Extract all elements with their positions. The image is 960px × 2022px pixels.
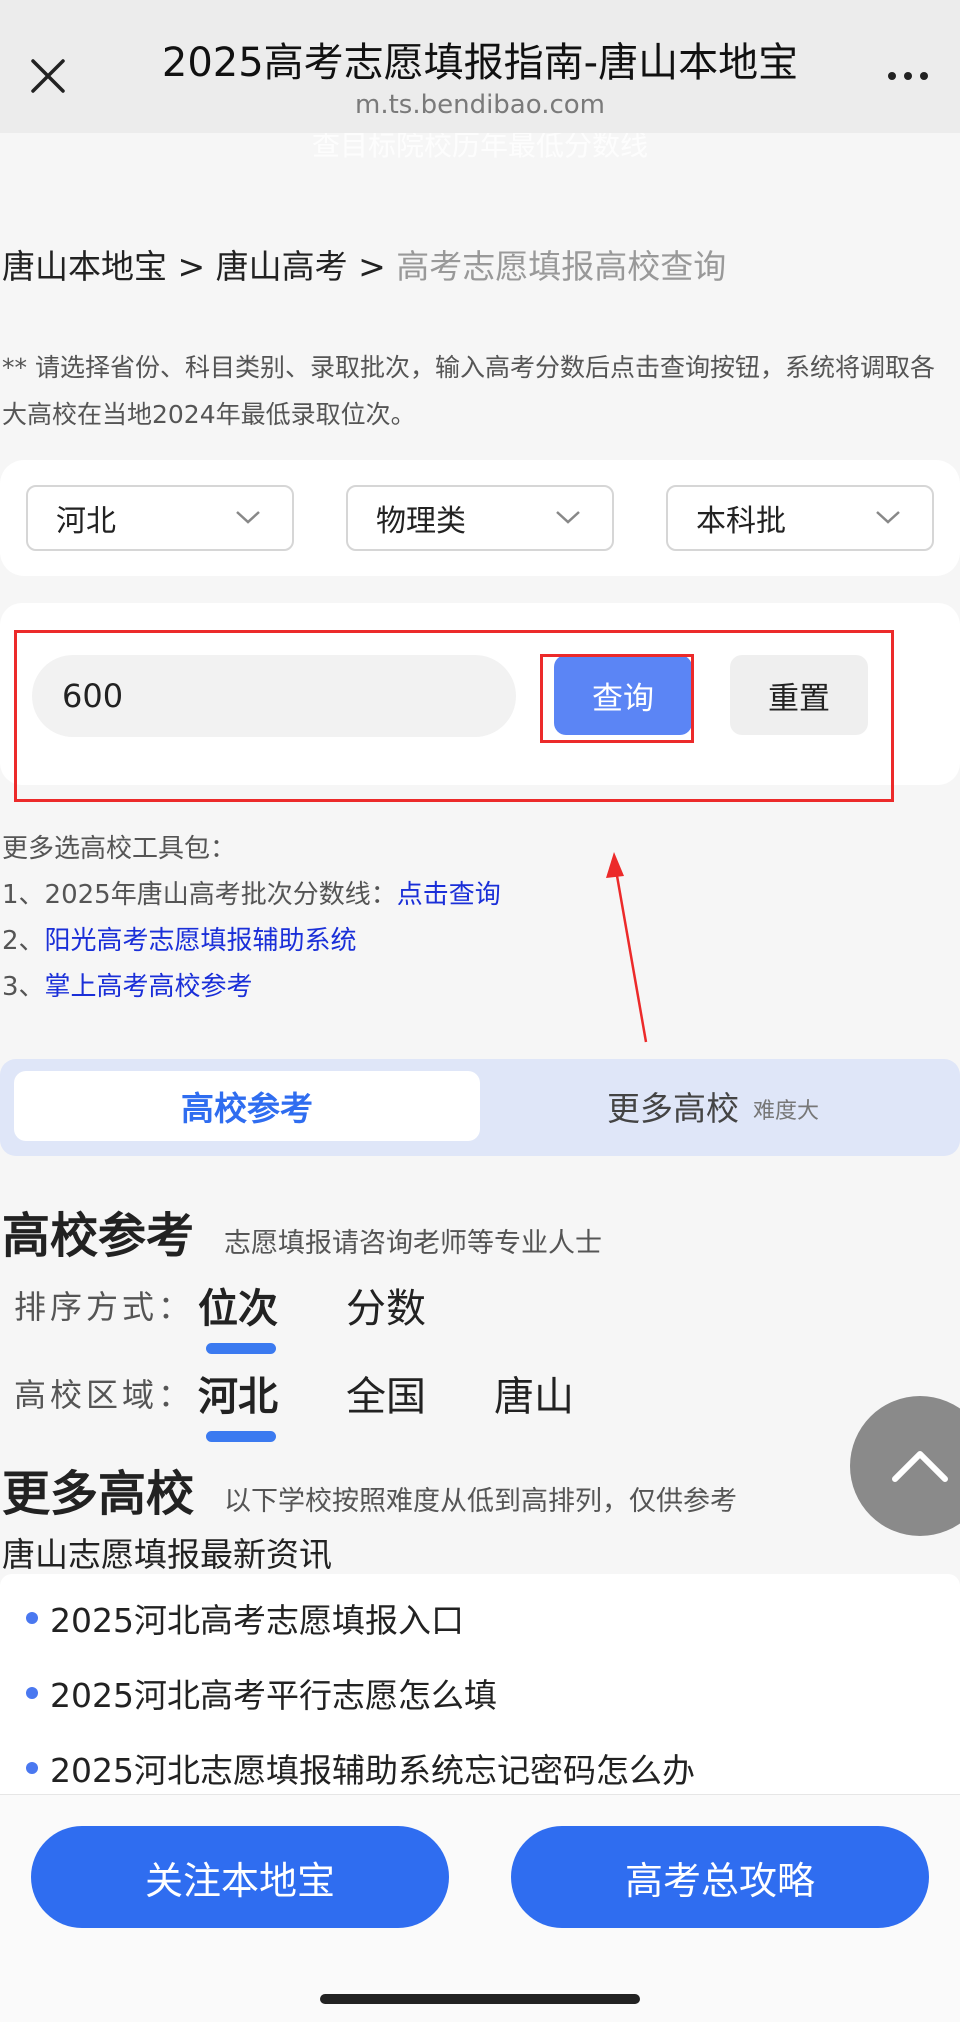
batch-select[interactable]: 本科批 bbox=[666, 485, 934, 551]
more-heading: 更多高校 以下学校按照难度从低到高排列，仅供参考 bbox=[2, 1454, 737, 1524]
list-item: 3、掌上高考高校参考 bbox=[2, 972, 253, 1002]
page-url: m.ts.bendibao.com bbox=[355, 90, 605, 120]
breadcrumb-current: 高考志愿填报高校查询 bbox=[396, 247, 727, 286]
bullet-icon bbox=[26, 1687, 38, 1699]
guide-button[interactable]: 高考总攻略 bbox=[511, 1826, 929, 1928]
bullet-icon bbox=[26, 1612, 38, 1624]
breadcrumb-section[interactable]: 唐山高考 bbox=[216, 247, 348, 286]
home-indicator bbox=[320, 1994, 640, 2004]
score-line-link[interactable]: 点击查询 bbox=[397, 880, 501, 910]
tab-more-schools[interactable]: 更多高校 难度大 bbox=[480, 1071, 946, 1141]
news-title: 唐山志愿填报最新资讯 bbox=[2, 1535, 332, 1574]
sort-row: 排序方式： 位次 分数 bbox=[14, 1276, 494, 1354]
subject-select-value: 物理类 bbox=[376, 504, 466, 539]
instruction-text: ** 请选择省份、科目类别、录取批次，输入高考分数后点击查询按钮，系统将调取各大… bbox=[2, 353, 935, 429]
score-input[interactable] bbox=[32, 655, 516, 737]
sort-option-score[interactable]: 分数 bbox=[346, 1276, 426, 1334]
batch-select-value: 本科批 bbox=[696, 504, 786, 539]
more-title: 更多高校 bbox=[2, 1466, 195, 1522]
chevron-down-icon bbox=[876, 511, 900, 524]
top-nav-bar: 2025高考志愿填报指南-唐山本地宝 m.ts.bendibao.com bbox=[0, 0, 960, 133]
region-option-hebei[interactable]: 河北 bbox=[198, 1364, 278, 1442]
list-item: 2、阳光高考志愿填报辅助系统 bbox=[2, 926, 357, 956]
news-card: 2025河北高考志愿填报入口 2025河北高考平行志愿怎么填 2025河北志愿填… bbox=[0, 1574, 960, 1794]
more-options-button[interactable] bbox=[878, 54, 938, 98]
zhangshang-link[interactable]: 掌上高考高校参考 bbox=[45, 972, 253, 1002]
chevron-down-icon bbox=[236, 511, 260, 524]
region-option-tangshan[interactable]: 唐山 bbox=[494, 1364, 574, 1422]
reference-title: 高校参考 bbox=[2, 1208, 195, 1264]
subject-select[interactable]: 物理类 bbox=[346, 485, 614, 551]
chevron-down-icon bbox=[556, 511, 580, 524]
breadcrumb-separator: > bbox=[358, 247, 397, 286]
tools-heading: 更多选高校工具包： bbox=[2, 834, 237, 864]
filter-card: 河北 物理类 本科批 bbox=[0, 460, 960, 576]
province-select-value: 河北 bbox=[56, 504, 116, 539]
page: 2025高考志愿填报指南-唐山本地宝 m.ts.bendibao.com 查目标… bbox=[0, 0, 960, 2022]
active-underline bbox=[206, 1343, 276, 1354]
list-item: 1、2025年唐山高考批次分数线：点击查询 bbox=[2, 880, 501, 910]
bottom-action-bar: 关注本地宝 高考总攻略 bbox=[0, 1794, 960, 2022]
news-item[interactable]: 2025河北志愿填报辅助系统忘记密码怎么办 bbox=[26, 1744, 695, 1792]
region-option-national[interactable]: 全国 bbox=[346, 1364, 426, 1422]
sunshine-system-link[interactable]: 阳光高考志愿填报辅助系统 bbox=[45, 926, 357, 956]
tab-more-schools-sub: 难度大 bbox=[752, 1099, 819, 1124]
query-button[interactable]: 查询 bbox=[554, 655, 692, 735]
more-subtitle: 以下学校按照难度从低到高排列，仅供参考 bbox=[224, 1486, 738, 1517]
window-title: 2025高考志愿填报指南-唐山本地宝 bbox=[161, 40, 799, 86]
region-row: 高校区域： 河北 全国 唐山 bbox=[14, 1364, 642, 1442]
tab-bar: 高校参考 更多高校 难度大 bbox=[0, 1059, 960, 1156]
breadcrumb: 唐山本地宝 > 唐山高考 > 高考志愿填报高校查询 bbox=[2, 240, 726, 288]
scroll-top-button[interactable] bbox=[850, 1396, 960, 1536]
breadcrumb-separator: > bbox=[177, 247, 216, 286]
reference-heading: 高校参考 志愿填报请咨询老师等专业人士 bbox=[2, 1196, 602, 1266]
breadcrumb-home[interactable]: 唐山本地宝 bbox=[2, 247, 167, 286]
close-button[interactable] bbox=[22, 50, 74, 102]
follow-button[interactable]: 关注本地宝 bbox=[31, 1826, 449, 1928]
reset-button[interactable]: 重置 bbox=[730, 655, 868, 735]
reference-subtitle: 志愿填报请咨询老师等专业人士 bbox=[224, 1228, 603, 1259]
region-label: 高校区域： bbox=[14, 1376, 195, 1414]
more-dots-icon bbox=[888, 72, 896, 80]
close-icon bbox=[31, 59, 65, 93]
arrow-up-icon bbox=[892, 1451, 948, 1482]
active-underline bbox=[206, 1431, 276, 1442]
tab-more-schools-label: 更多高校 bbox=[606, 1089, 739, 1128]
sort-label: 排序方式： bbox=[14, 1288, 195, 1326]
tools-list: 更多选高校工具包： 1、2025年唐山高考批次分数线：点击查询 2、阳光高考志愿… bbox=[2, 826, 501, 1010]
bullet-icon bbox=[26, 1762, 38, 1774]
province-select[interactable]: 河北 bbox=[26, 485, 294, 551]
tab-reference[interactable]: 高校参考 bbox=[14, 1071, 480, 1141]
news-item[interactable]: 2025河北高考平行志愿怎么填 bbox=[26, 1669, 497, 1717]
news-item[interactable]: 2025河北高考志愿填报入口 bbox=[26, 1594, 464, 1642]
sort-option-rank[interactable]: 位次 bbox=[198, 1276, 278, 1354]
